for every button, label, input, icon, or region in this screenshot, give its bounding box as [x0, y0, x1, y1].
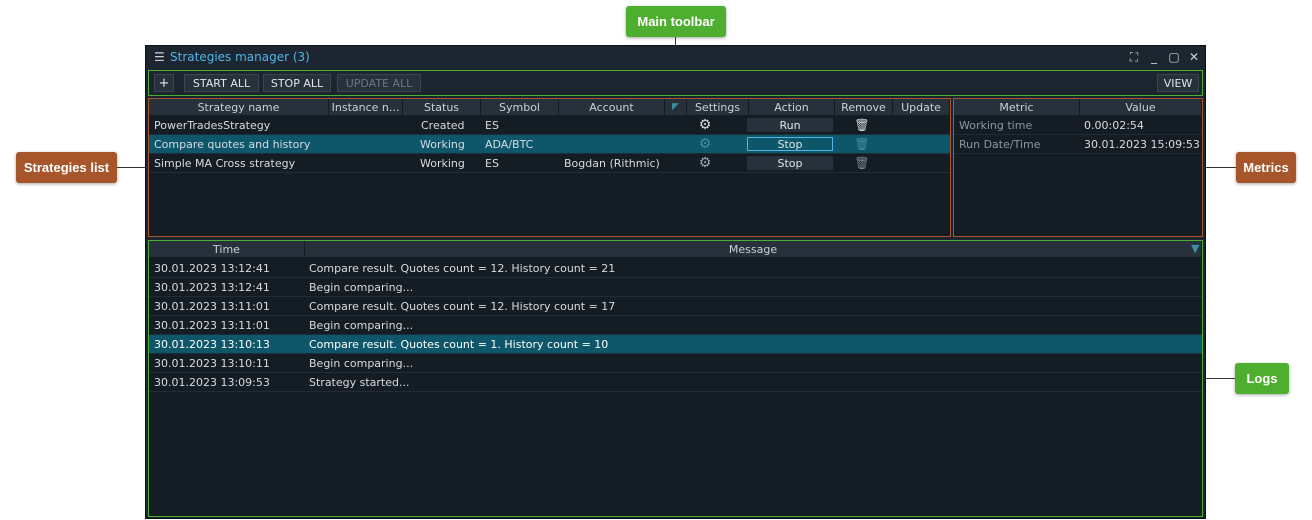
log-time: 30.01.2023 13:12:41 [154, 261, 270, 275]
col-value[interactable]: Value [1080, 99, 1202, 115]
log-row[interactable]: 30.01.2023 13:11:01 Begin comparing... [149, 316, 1202, 335]
stop-button[interactable]: Stop [747, 137, 833, 151]
log-time: 30.01.2023 13:11:01 [154, 318, 270, 332]
stop-button[interactable]: Stop [747, 156, 833, 170]
metric-name: Working time [959, 118, 1033, 132]
callout-line-logs [1204, 378, 1235, 379]
col-account[interactable]: Account [559, 99, 665, 115]
main-toolbar: + START ALL STOP ALL UPDATE ALL VIEW [148, 70, 1203, 96]
metrics-panel: Metric Value Working time 0.00:02:54 Run… [953, 98, 1203, 237]
metric-name: Run Date/Time [959, 137, 1041, 151]
log-time: 30.01.2023 13:10:11 [154, 356, 270, 370]
log-time: 30.01.2023 13:10:13 [154, 337, 270, 351]
stop-all-button[interactable]: STOP ALL [263, 74, 331, 92]
col-metric[interactable]: Metric [954, 99, 1080, 115]
strategies-manager-window: ☰ Strategies manager (3) ⛶ _ ▢ ✕ + START… [145, 45, 1206, 519]
strategy-status: Working [420, 137, 465, 151]
strategy-row[interactable]: Simple MA Cross strategy Working ES Bogd… [149, 154, 950, 173]
callout-main-toolbar: Main toolbar [626, 6, 726, 37]
logs-header: Time Message ▼ [149, 241, 1202, 257]
close-icon[interactable]: ✕ [1186, 50, 1202, 64]
col-update[interactable]: Update [893, 99, 950, 115]
col-message[interactable]: Message [305, 241, 1202, 257]
gear-icon[interactable]: ⚙ [697, 117, 713, 133]
strategy-row[interactable]: Compare quotes and history Working ADA/B… [149, 135, 950, 154]
strategy-status: Created [421, 118, 465, 132]
strategy-account: Bogdan (Rithmic) [564, 156, 660, 170]
log-message: Compare result. Quotes count = 12. Histo… [309, 261, 616, 275]
log-time: 30.01.2023 13:09:53 [154, 375, 270, 389]
strategy-name: Simple MA Cross strategy [154, 156, 296, 170]
log-row[interactable]: 30.01.2023 13:12:41 Begin comparing... [149, 278, 1202, 297]
metric-row: Run Date/Time 30.01.2023 15:09:53 [954, 135, 1202, 154]
title-bar: ☰ Strategies manager (3) ⛶ _ ▢ ✕ [146, 46, 1205, 68]
metric-row: Working time 0.00:02:54 [954, 116, 1202, 135]
view-button[interactable]: VIEW [1157, 74, 1199, 92]
strategy-row[interactable]: PowerTradesStrategy Created ES ⚙ Run 🗑 [149, 116, 950, 135]
log-message: Compare result. Quotes count = 12. Histo… [309, 299, 616, 313]
strategies-list-panel: Strategy name Instance n... Status Symbo… [148, 98, 951, 237]
log-time: 30.01.2023 13:11:01 [154, 299, 270, 313]
callout-metrics: Metrics [1236, 152, 1296, 183]
col-action[interactable]: Action [749, 99, 835, 115]
gear-icon[interactable]: ⚙ [697, 136, 713, 152]
log-row[interactable]: 30.01.2023 13:11:01 Compare result. Quot… [149, 297, 1202, 316]
metrics-header: Metric Value [954, 99, 1202, 115]
window-title: Strategies manager (3) [170, 50, 310, 64]
strategy-name: PowerTradesStrategy [154, 118, 271, 132]
callout-line-strategies [117, 167, 147, 168]
maximize-icon[interactable]: ▢ [1166, 50, 1182, 64]
menu-icon[interactable]: ☰ [154, 50, 165, 64]
trash-icon[interactable]: 🗑 [854, 155, 869, 171]
col-settings[interactable]: Settings [687, 99, 749, 115]
strategy-name: Compare quotes and history [154, 137, 311, 151]
log-message: Begin comparing... [309, 356, 414, 370]
callout-line-metrics [1204, 167, 1236, 168]
col-remove[interactable]: Remove [835, 99, 893, 115]
strategy-symbol: ES [485, 118, 499, 132]
log-message: Begin comparing... [309, 280, 414, 294]
metric-value: 0.00:02:54 [1084, 118, 1144, 132]
col-time[interactable]: Time [149, 241, 305, 257]
start-all-button[interactable]: START ALL [184, 74, 259, 92]
minimize-icon[interactable]: _ [1146, 50, 1162, 64]
log-message: Compare result. Quotes count = 1. Histor… [309, 337, 609, 351]
log-row[interactable]: 30.01.2023 13:10:13 Compare result. Quot… [149, 335, 1202, 354]
update-all-button[interactable]: UPDATE ALL [337, 74, 421, 92]
log-message: Strategy started... [309, 375, 410, 389]
strategy-symbol: ADA/BTC [485, 137, 534, 151]
log-row[interactable]: 30.01.2023 13:10:11 Begin comparing... [149, 354, 1202, 373]
strategy-status: Working [420, 156, 465, 170]
callout-logs: Logs [1235, 363, 1289, 394]
fullscreen-icon[interactable]: ⛶ [1126, 50, 1142, 65]
run-button[interactable]: Run [747, 118, 833, 132]
add-strategy-button[interactable]: + [154, 74, 174, 92]
filter-icon[interactable]: ◤ [672, 102, 679, 112]
col-strategy-name[interactable]: Strategy name [149, 99, 329, 115]
log-time: 30.01.2023 13:12:41 [154, 280, 270, 294]
strategy-symbol: ES [485, 156, 499, 170]
col-instance-name[interactable]: Instance n... [329, 99, 403, 115]
metric-value: 30.01.2023 15:09:53 [1084, 137, 1200, 151]
log-row[interactable]: 30.01.2023 13:12:41 Compare result. Quot… [149, 259, 1202, 278]
logs-panel: Time Message ▼ 30.01.2023 13:12:41 Compa… [148, 240, 1203, 517]
log-row[interactable]: 30.01.2023 13:09:53 Strategy started... [149, 373, 1202, 392]
col-filter[interactable]: ◤ [665, 99, 687, 115]
filter-icon[interactable]: ▼ [1191, 242, 1199, 255]
strategies-header: Strategy name Instance n... Status Symbo… [149, 99, 950, 115]
callout-strategies-list: Strategies list [16, 152, 117, 183]
trash-icon[interactable]: 🗑 [854, 136, 869, 152]
col-status[interactable]: Status [403, 99, 481, 115]
trash-icon[interactable]: 🗑 [854, 117, 869, 133]
col-symbol[interactable]: Symbol [481, 99, 559, 115]
gear-icon[interactable]: ⚙ [697, 155, 713, 171]
log-message: Begin comparing... [309, 318, 414, 332]
